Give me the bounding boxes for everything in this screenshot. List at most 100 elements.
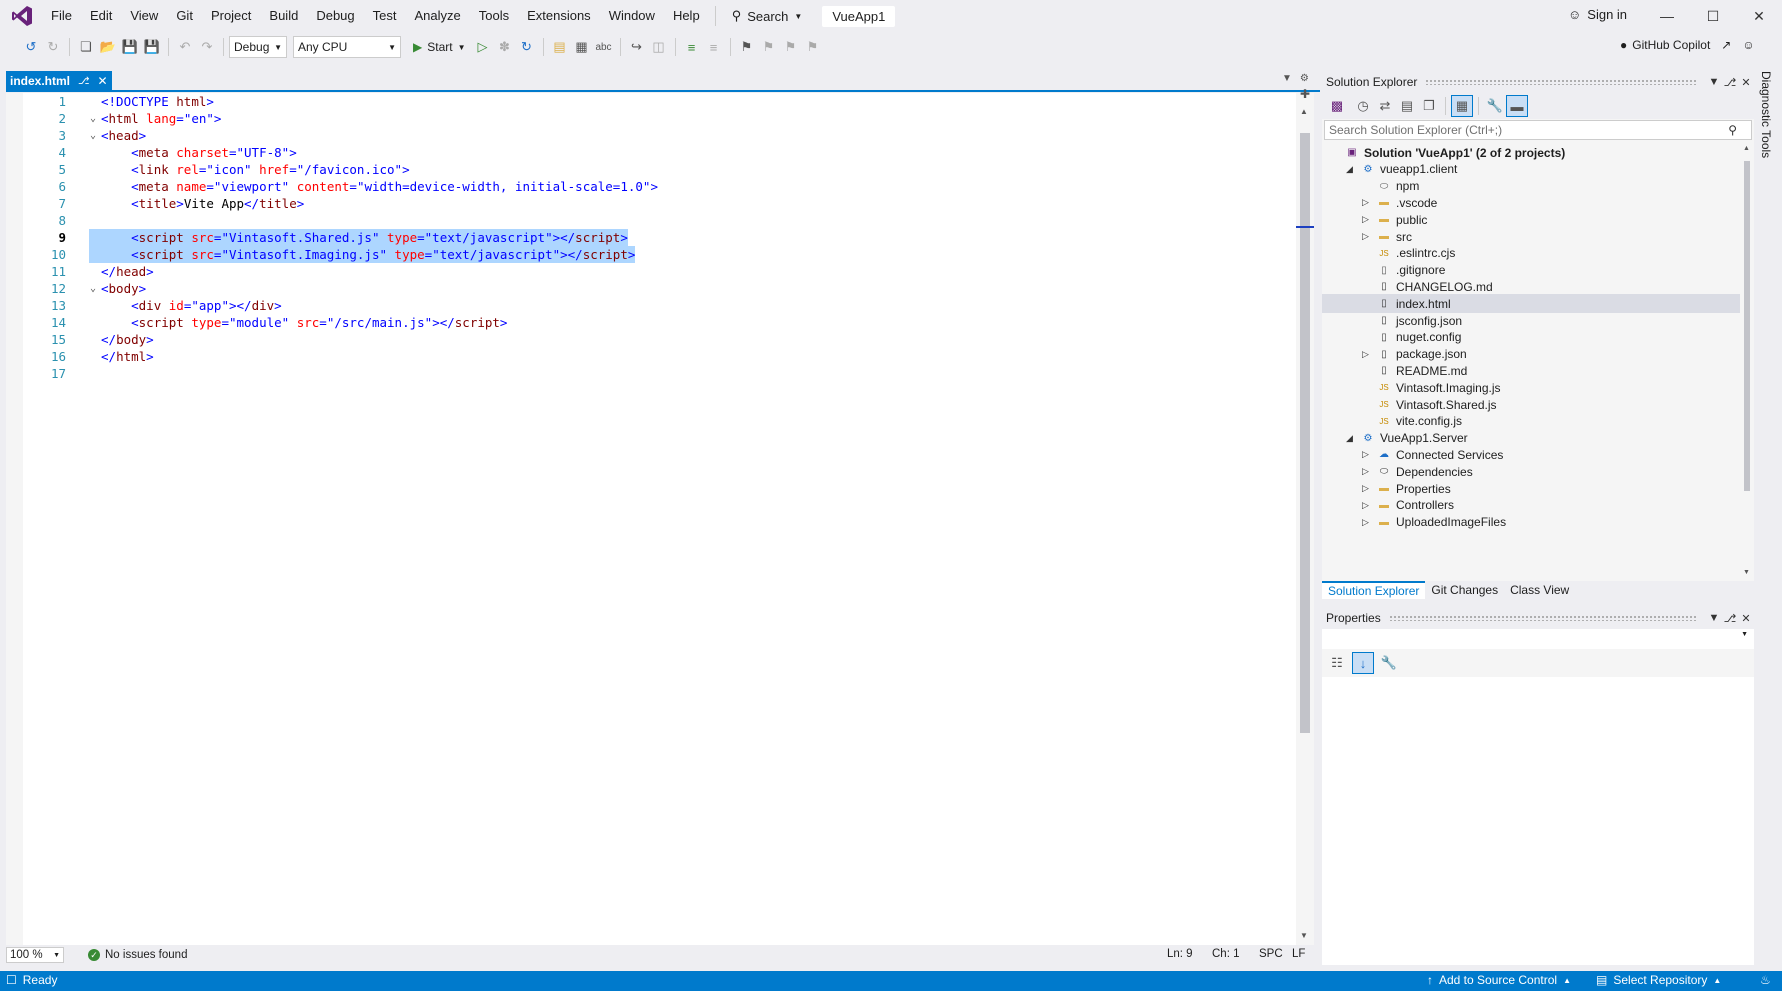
indent-icon[interactable]: ≡ bbox=[681, 36, 703, 58]
code-line[interactable]: 15 </body> bbox=[6, 331, 1302, 348]
gear-icon[interactable]: ⚙ bbox=[1300, 73, 1309, 84]
switch-views-icon[interactable]: ▩ bbox=[1326, 95, 1348, 117]
code-line[interactable]: 4 <meta charset="UTF-8"> bbox=[6, 144, 1302, 161]
menu-item-edit[interactable]: Edit bbox=[81, 0, 121, 32]
fold-toggle-icon[interactable]: ⌄ bbox=[90, 127, 96, 144]
code-line[interactable]: 1 <!DOCTYPE html> bbox=[6, 93, 1302, 110]
hot-reload-icon[interactable]: ✽ bbox=[494, 36, 516, 58]
menu-item-file[interactable]: File bbox=[42, 0, 81, 32]
property-pages-icon[interactable]: 🔧 bbox=[1378, 652, 1400, 674]
menu-item-git[interactable]: Git bbox=[167, 0, 202, 32]
editor-vertical-scrollbar[interactable]: ✚ ▲ ▼ bbox=[1296, 87, 1314, 945]
step-icon[interactable]: ↪ bbox=[626, 36, 648, 58]
notification-icon[interactable]: ☐ bbox=[6, 973, 17, 987]
bookmark-icon[interactable]: ⚑ bbox=[736, 36, 758, 58]
zoom-dropdown[interactable]: 100 % ▼ bbox=[6, 947, 64, 963]
pin-icon[interactable]: ⎇ bbox=[78, 76, 90, 87]
menu-item-tools[interactable]: Tools bbox=[470, 0, 518, 32]
menu-item-test[interactable]: Test bbox=[364, 0, 406, 32]
editor-scroll-thumb[interactable] bbox=[1300, 133, 1310, 733]
categorized-icon[interactable]: ☷ bbox=[1326, 652, 1348, 674]
minimize-button[interactable]: — bbox=[1644, 0, 1690, 32]
code-line[interactable]: 5 <link rel="icon" href="/favicon.ico"> bbox=[6, 161, 1302, 178]
maximize-button[interactable]: ☐ bbox=[1690, 0, 1736, 32]
split-editor-icon[interactable]: ✚ bbox=[1300, 87, 1310, 101]
notifications-bell-icon[interactable]: ♨ bbox=[1760, 973, 1771, 987]
open-folder-icon[interactable]: 📂 bbox=[97, 36, 119, 58]
collapsed-arrow-icon[interactable]: ▷ bbox=[1362, 466, 1372, 477]
save-all-icon[interactable]: 💾 bbox=[141, 36, 163, 58]
code-line[interactable]: 8 bbox=[6, 212, 1302, 229]
collapsed-arrow-icon[interactable]: ▷ bbox=[1362, 517, 1372, 528]
layout-icon[interactable]: ▦ bbox=[571, 36, 593, 58]
collapse-all-icon[interactable]: ▤ bbox=[1396, 95, 1418, 117]
tree-item[interactable]: ▷ ▬ UploadedImageFiles bbox=[1322, 513, 1740, 532]
menu-item-view[interactable]: View bbox=[121, 0, 167, 32]
tab-solution-explorer[interactable]: Solution Explorer bbox=[1322, 581, 1426, 599]
collapsed-arrow-icon[interactable]: ▷ bbox=[1362, 231, 1372, 242]
menu-item-analyze[interactable]: Analyze bbox=[405, 0, 469, 32]
scroll-down-icon[interactable]: ▼ bbox=[1743, 569, 1750, 576]
spell-check-icon[interactable]: abc bbox=[593, 36, 615, 58]
tab-index-html[interactable]: index.html ⎇ ✕ bbox=[6, 71, 112, 91]
prev-bookmark-icon[interactable]: ⚑ bbox=[758, 36, 780, 58]
close-tab-icon[interactable]: ✕ bbox=[98, 74, 108, 88]
menu-item-debug[interactable]: Debug bbox=[307, 0, 363, 32]
collapsed-arrow-icon[interactable]: ▷ bbox=[1362, 449, 1372, 460]
code-line[interactable]: 17 bbox=[6, 365, 1302, 382]
code-line[interactable]: 16 </html> bbox=[6, 348, 1302, 365]
menu-item-window[interactable]: Window bbox=[600, 0, 664, 32]
navigate-back-icon[interactable]: ↺ bbox=[20, 36, 42, 58]
chevron-down-icon[interactable]: ▼ bbox=[1706, 76, 1722, 88]
column-indicator[interactable]: Ch: 1 bbox=[1212, 948, 1240, 960]
collapsed-arrow-icon[interactable]: ▷ bbox=[1362, 197, 1372, 208]
clear-bookmarks-icon[interactable]: ⚑ bbox=[802, 36, 824, 58]
collapsed-arrow-icon[interactable]: ▷ bbox=[1362, 349, 1372, 360]
code-line[interactable]: 12 ⌄ <body> bbox=[6, 280, 1302, 297]
collapsed-arrow-icon[interactable]: ▷ bbox=[1362, 214, 1372, 225]
collapsed-arrow-icon[interactable]: ▷ bbox=[1362, 483, 1372, 494]
solution-explorer-search-input[interactable]: Search Solution Explorer (Ctrl+;) ⚲ bbox=[1324, 120, 1752, 140]
collapsed-arrow-icon[interactable]: ▷ bbox=[1362, 500, 1372, 511]
drag-grip[interactable] bbox=[1388, 615, 1698, 621]
whitespace-indicator[interactable]: SPC bbox=[1259, 948, 1283, 960]
pin-icon[interactable]: ⎇ bbox=[1722, 612, 1738, 625]
outdent-icon[interactable]: ≡ bbox=[703, 36, 725, 58]
code-line[interactable]: 2 ⌄ <html lang="en"> bbox=[6, 110, 1302, 127]
wrench-icon[interactable]: 🔧 bbox=[1484, 95, 1506, 117]
fold-toggle-icon[interactable]: ⌄ bbox=[90, 110, 96, 127]
browse-icon[interactable]: ▤ bbox=[549, 36, 571, 58]
menu-item-extensions[interactable]: Extensions bbox=[518, 0, 600, 32]
solution-tree-scroll-thumb[interactable] bbox=[1744, 161, 1750, 491]
save-icon[interactable]: 💾 bbox=[119, 36, 141, 58]
visual-studio-logo-icon[interactable] bbox=[8, 2, 36, 30]
fold-toggle-icon[interactable]: ⌄ bbox=[90, 280, 96, 297]
start-debugging-button[interactable]: ▶ Start ▼ bbox=[407, 40, 472, 54]
code-editor[interactable]: 1 <!DOCTYPE html> 2 ⌄ <html lang="en"> 3 ⌄ <hea… bbox=[6, 93, 1302, 945]
tab-list-dropdown-icon[interactable]: ▼ bbox=[1282, 73, 1292, 84]
filter-icon[interactable]: ▦ bbox=[1451, 95, 1473, 117]
code-line[interactable]: 13 <div id="app"></div> bbox=[6, 297, 1302, 314]
expanded-arrow-icon[interactable]: ◢ bbox=[1346, 433, 1356, 444]
undo-icon[interactable]: ↶ bbox=[174, 36, 196, 58]
sync-icon[interactable]: ⇄ bbox=[1374, 95, 1396, 117]
properties-object-dropdown[interactable]: ▼ bbox=[1322, 629, 1754, 649]
menu-item-project[interactable]: Project bbox=[202, 0, 260, 32]
scroll-down-icon[interactable]: ▼ bbox=[1300, 931, 1308, 940]
code-line[interactable]: 14 <script type="module" src="/src/main.… bbox=[6, 314, 1302, 331]
preview-icon[interactable]: ▬ bbox=[1506, 95, 1528, 117]
tab-git-changes[interactable]: Git Changes bbox=[1425, 581, 1504, 599]
history-icon[interactable]: ◷ bbox=[1352, 95, 1374, 117]
scroll-up-icon[interactable]: ▲ bbox=[1300, 107, 1308, 116]
drag-grip[interactable] bbox=[1425, 79, 1698, 85]
search-button[interactable]: ⚲ Search ▼ bbox=[722, 8, 813, 24]
expanded-arrow-icon[interactable]: ◢ bbox=[1346, 164, 1356, 175]
add-to-source-control-button[interactable]: ↑ Add to Source Control ▲ bbox=[1427, 973, 1571, 987]
code-line[interactable]: 11 </head> bbox=[6, 263, 1302, 280]
start-without-debugging-icon[interactable]: ▷ bbox=[472, 36, 494, 58]
diagnostic-tools-tab[interactable]: Diagnostic Tools bbox=[1756, 71, 1776, 161]
code-line[interactable]: 3 ⌄ <head> bbox=[6, 127, 1302, 144]
platform-dropdown[interactable]: Any CPU ▼ bbox=[293, 36, 401, 58]
code-line[interactable]: 9 <script src="Vintasoft.Shared.js" type… bbox=[6, 229, 1302, 246]
breakpoint-icon[interactable]: ◫ bbox=[648, 36, 670, 58]
